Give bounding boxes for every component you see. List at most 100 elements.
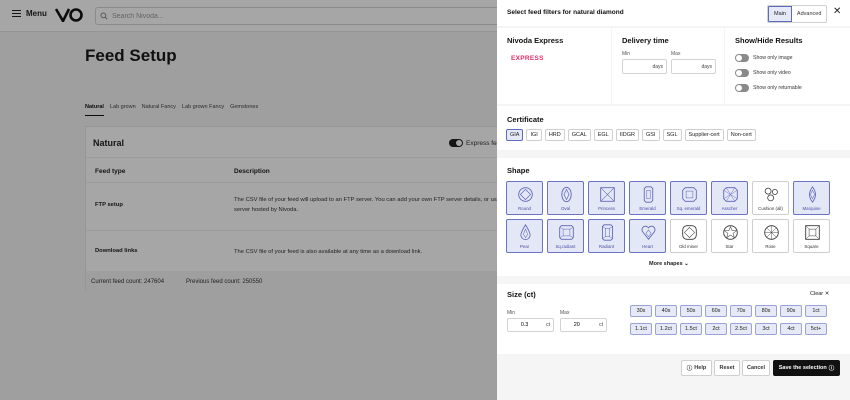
- oval-diamond-icon: [561, 186, 572, 203]
- old-miner-diamond-icon: [682, 225, 697, 240]
- size-chip[interactable]: 4ct: [780, 323, 802, 335]
- shape-label: Emerald: [639, 206, 656, 211]
- size-chip[interactable]: 70s: [730, 305, 752, 317]
- princess-diamond-icon: [600, 187, 615, 202]
- size-chip[interactable]: 1.5ct: [680, 323, 702, 335]
- more-shapes-button[interactable]: More shapes ⌄: [649, 261, 689, 267]
- shape-cushion[interactable]: Cushion (all): [752, 181, 789, 215]
- delivery-max-input[interactable]: [673, 63, 702, 70]
- shape-pear[interactable]: Pear: [506, 219, 543, 253]
- chevron-down-icon: ⌄: [684, 261, 689, 267]
- size-chip[interactable]: 90s: [780, 305, 802, 317]
- shape-oval[interactable]: Oval: [547, 181, 584, 215]
- size-chip[interactable]: 2.5ct: [730, 323, 752, 335]
- shape-label: Old miner: [678, 244, 699, 249]
- divider: [497, 150, 850, 158]
- rose-diamond-icon: [764, 225, 779, 240]
- delivery-min-field[interactable]: days: [622, 59, 667, 74]
- mode-switch: Main Advanced: [767, 5, 828, 23]
- shape-grid: Round Oval Princess Emerald Sq. emerald …: [506, 181, 830, 253]
- show-only-video-toggle[interactable]: Show only video: [735, 69, 791, 77]
- cert-hrd-chip[interactable]: HRD: [544, 129, 565, 141]
- cert-supplier-chip[interactable]: Supplier-cert: [684, 129, 724, 141]
- nivoda-express-panel: Nivoda Express EXPRESS: [497, 28, 611, 104]
- cert-egl-chip[interactable]: EGL: [593, 129, 613, 141]
- size-min-field[interactable]: ct: [507, 318, 554, 332]
- save-selection-button[interactable]: Save the selection ⓘ: [773, 360, 840, 376]
- size-chip[interactable]: 3ct: [755, 323, 777, 335]
- square-diamond-icon: [805, 225, 820, 240]
- size-chip[interactable]: 2ct: [705, 323, 727, 335]
- clear-label: Clear: [810, 291, 824, 297]
- size-chip[interactable]: 5ct+: [805, 323, 827, 335]
- cert-gcal-chip[interactable]: GCAL: [567, 129, 591, 141]
- certificate-heading: Certificate: [507, 115, 544, 124]
- help-icon: ⓘ: [686, 366, 693, 372]
- cancel-button[interactable]: Cancel: [742, 360, 770, 376]
- cert-sgl-chip[interactable]: SGL: [662, 129, 682, 141]
- cert-non-cert-chip[interactable]: Non-cert: [726, 129, 756, 141]
- express-badge[interactable]: EXPRESS: [511, 55, 544, 62]
- delivery-heading: Delivery time: [622, 36, 669, 45]
- size-max-input[interactable]: [569, 322, 600, 328]
- shape-label: Marquise: [802, 206, 821, 211]
- modal-overlay[interactable]: [0, 0, 497, 400]
- size-chip[interactable]: 80s: [755, 305, 777, 317]
- toggle-label: Show only returnable: [753, 85, 802, 91]
- cert-gsi-chip[interactable]: GSI: [642, 129, 660, 141]
- advanced-tab-button[interactable]: Advanced: [791, 6, 827, 22]
- shape-label: Pear: [519, 244, 530, 249]
- shape-star[interactable]: Star: [711, 219, 748, 253]
- shape-label: Cushion (all): [758, 206, 783, 211]
- shape-princess[interactable]: Princess: [588, 181, 625, 215]
- cert-iidgr-chip[interactable]: IIDGR: [615, 129, 640, 141]
- size-chip[interactable]: 60s: [705, 305, 727, 317]
- size-chip[interactable]: 1.1ct: [630, 323, 652, 335]
- size-max-field[interactable]: ct: [560, 318, 607, 332]
- shape-old-miner[interactable]: Old miner: [670, 219, 707, 253]
- shape-emerald[interactable]: Emerald: [629, 181, 666, 215]
- delivery-max-field[interactable]: days: [671, 59, 716, 74]
- size-chip[interactable]: 1ct: [805, 305, 827, 317]
- toggle-switch[interactable]: [735, 69, 749, 77]
- shape-label: Round: [518, 206, 531, 211]
- show-only-image-toggle[interactable]: Show only image: [735, 54, 793, 62]
- size-chip[interactable]: 1.2ct: [655, 323, 677, 335]
- shape-radiant[interactable]: Radiant: [588, 219, 625, 253]
- divider: [497, 276, 850, 284]
- close-icon[interactable]: ✕: [833, 6, 841, 17]
- emerald-diamond-icon: [643, 186, 654, 203]
- size-min-label: Min: [507, 310, 516, 316]
- asscher-diamond-icon: [723, 187, 738, 202]
- shape-sq-emerald[interactable]: Sq. emerald: [670, 181, 707, 215]
- toggle-switch[interactable]: [735, 54, 749, 62]
- delivery-max-label: Max: [671, 51, 681, 57]
- shape-asscher[interactable]: Asscher: [711, 181, 748, 215]
- shape-marquise[interactable]: Marquise: [793, 181, 830, 215]
- shape-label: Sq. emerald: [676, 206, 701, 211]
- size-chip[interactable]: 50s: [680, 305, 702, 317]
- reset-button[interactable]: Reset: [714, 360, 740, 376]
- drawer-title: Select feed filters for natural diamond: [507, 9, 624, 16]
- round-diamond-icon: [518, 187, 533, 202]
- help-button[interactable]: ⓘ Help: [681, 360, 712, 376]
- cert-gia-chip[interactable]: GIA: [506, 129, 524, 141]
- shape-label: Heart: [642, 244, 653, 249]
- main-tab-button[interactable]: Main: [768, 6, 792, 22]
- marquise-diamond-icon: [809, 186, 816, 203]
- show-only-returnable-toggle[interactable]: Show only returnable: [735, 84, 802, 92]
- shape-heading: Shape: [507, 166, 530, 175]
- size-min-input[interactable]: [516, 322, 547, 328]
- size-chip[interactable]: 30s: [630, 305, 652, 317]
- ct-unit: ct: [599, 322, 603, 328]
- cert-igi-chip[interactable]: IGI: [526, 129, 542, 141]
- shape-square[interactable]: Square: [793, 219, 830, 253]
- delivery-min-input[interactable]: [624, 63, 653, 70]
- size-chip[interactable]: 40s: [655, 305, 677, 317]
- shape-rose[interactable]: Rose: [752, 219, 789, 253]
- shape-heart[interactable]: Heart: [629, 219, 666, 253]
- shape-sq-radiant[interactable]: Sq.radiant: [547, 219, 584, 253]
- clear-size-button[interactable]: Clear ✕: [810, 291, 829, 297]
- toggle-switch[interactable]: [735, 84, 749, 92]
- shape-round[interactable]: Round: [506, 181, 543, 215]
